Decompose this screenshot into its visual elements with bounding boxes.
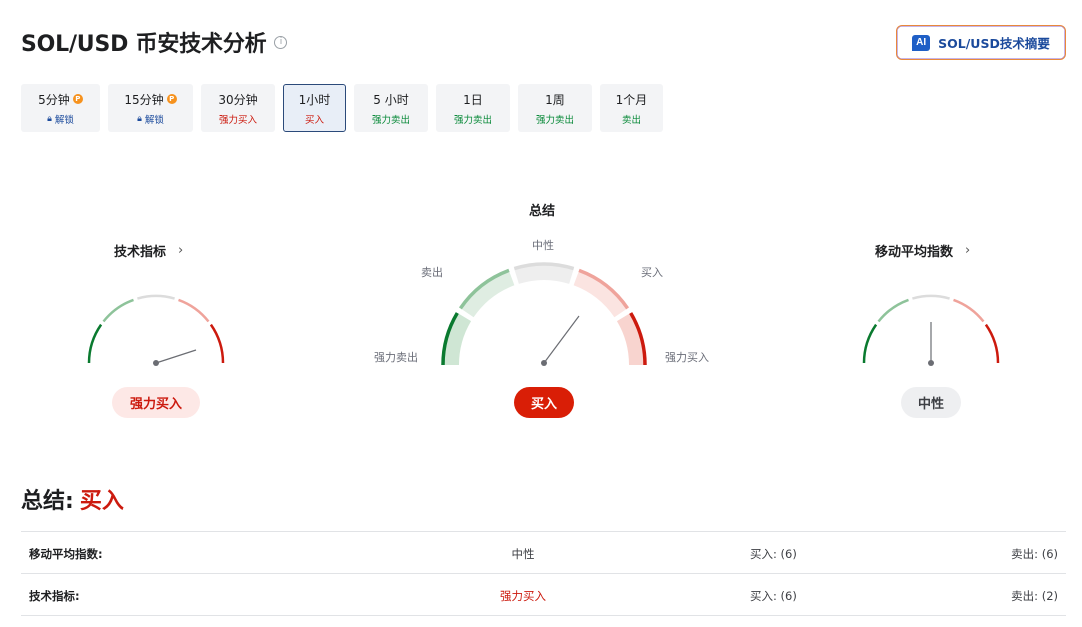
moving-averages-gauge bbox=[862, 294, 1000, 366]
tab-30min[interactable]: 30分钟 强力买入 bbox=[201, 84, 275, 132]
gauge-label-strong-buy: 强力买入 bbox=[665, 351, 709, 364]
moving-averages-result-badge: 中性 bbox=[901, 387, 961, 418]
tab-1hour[interactable]: 1小时 买入 bbox=[283, 84, 346, 132]
tab-1month[interactable]: 1个月 卖出 bbox=[600, 84, 663, 132]
tab-sub: 强力卖出 bbox=[371, 114, 410, 126]
tab-1week[interactable]: 1周 强力卖出 bbox=[518, 84, 592, 132]
tab-label: 1个月 bbox=[615, 92, 648, 107]
tab-sub: 强力卖出 bbox=[535, 114, 574, 126]
tab-5min[interactable]: 5分钟 P 🔒︎ 解锁 bbox=[21, 84, 100, 132]
tab-sub: 买入 bbox=[304, 114, 324, 126]
timeframe-tabs: 5分钟 P 🔒︎ 解锁 15分钟 P 🔒︎ 解锁 30分钟 强力买入 1小时 买入 5 … bbox=[21, 84, 663, 132]
row-sell-count: 卖出: (6) bbox=[1011, 547, 1058, 561]
tab-1day[interactable]: 1日 强力卖出 bbox=[436, 84, 510, 132]
summary-heading-label: 总结: bbox=[21, 489, 74, 514]
page-title: SOL/USD 币安技术分析 i bbox=[21, 26, 288, 58]
row-result: 强力买入 bbox=[500, 589, 546, 603]
tab-label: 1小时 bbox=[298, 92, 331, 107]
chevron-right-icon: › bbox=[178, 243, 184, 258]
technical-gauge bbox=[87, 294, 225, 366]
row-name: 移动平均指数: bbox=[29, 547, 103, 561]
tab-label: 1周 bbox=[545, 92, 565, 107]
summary-gauge-title: 总结 bbox=[529, 200, 555, 219]
page-title-text: SOL/USD 币安技术分析 bbox=[21, 32, 267, 57]
tab-5hour[interactable]: 5 小时 强力卖出 bbox=[354, 84, 428, 132]
row-buy-count: 买入: (6) bbox=[750, 589, 797, 603]
pro-icon: P bbox=[72, 94, 83, 104]
row-buy-count: 买入: (6) bbox=[750, 547, 797, 561]
tab-15min[interactable]: 15分钟 P 🔒︎ 解锁 bbox=[108, 84, 193, 132]
tab-sub: 强力买入 bbox=[218, 114, 257, 126]
summary-gauge-title-text: 总结 bbox=[529, 204, 556, 219]
tab-label: 15分钟 bbox=[124, 92, 164, 107]
summary-heading: 总结: 买入 bbox=[21, 483, 124, 515]
lock-icon: 🔒︎ bbox=[47, 113, 52, 124]
table-row: 移动平均指数: 中性 买入: (6) 卖出: (6) bbox=[21, 532, 1066, 574]
moving-averages-link[interactable]: 移动平均指数 › bbox=[875, 241, 970, 260]
row-result: 中性 bbox=[511, 547, 535, 561]
table-row: 技术指标: 强力买入 买入: (6) 卖出: (2) bbox=[21, 574, 1066, 616]
moving-averages-title: 移动平均指数 bbox=[875, 245, 954, 260]
ai-icon: AI bbox=[912, 34, 931, 51]
tab-label: 5 小时 bbox=[373, 92, 409, 107]
summary-gauge bbox=[441, 262, 647, 366]
ai-summary-label: SOL/USD技术摘要 bbox=[938, 36, 1050, 51]
tab-sub: 强力卖出 bbox=[453, 114, 492, 126]
summary-table: 移动平均指数: 中性 买入: (6) 卖出: (6) 技术指标: 强力买入 买入… bbox=[21, 531, 1066, 616]
gauge-label-strong-sell: 强力卖出 bbox=[374, 351, 418, 364]
tab-sub: 解锁 bbox=[54, 114, 74, 126]
tab-sub: 卖出 bbox=[621, 114, 641, 126]
ai-summary-button[interactable]: AI SOL/USD技术摘要 bbox=[896, 25, 1066, 60]
tab-label: 5分钟 bbox=[38, 92, 70, 107]
row-sell-count: 卖出: (2) bbox=[1011, 589, 1058, 603]
tab-label: 30分钟 bbox=[218, 92, 258, 107]
chevron-right-icon: › bbox=[965, 243, 971, 258]
row-name: 技术指标: bbox=[29, 589, 80, 603]
pro-icon: P bbox=[166, 94, 177, 104]
tab-sub: 解锁 bbox=[144, 114, 164, 126]
technical-indicators-link[interactable]: 技术指标 › bbox=[114, 241, 183, 260]
gauge-label-neutral: 中性 bbox=[532, 239, 554, 252]
lock-icon: 🔒︎ bbox=[137, 113, 142, 124]
tab-label: 1日 bbox=[463, 92, 483, 107]
info-icon[interactable]: i bbox=[274, 35, 288, 49]
summary-result-badge: 买入 bbox=[514, 387, 574, 418]
technical-indicators-title: 技术指标 bbox=[114, 245, 167, 260]
summary-heading-value: 买入 bbox=[79, 489, 124, 514]
technical-result-badge: 强力买入 bbox=[112, 387, 200, 418]
